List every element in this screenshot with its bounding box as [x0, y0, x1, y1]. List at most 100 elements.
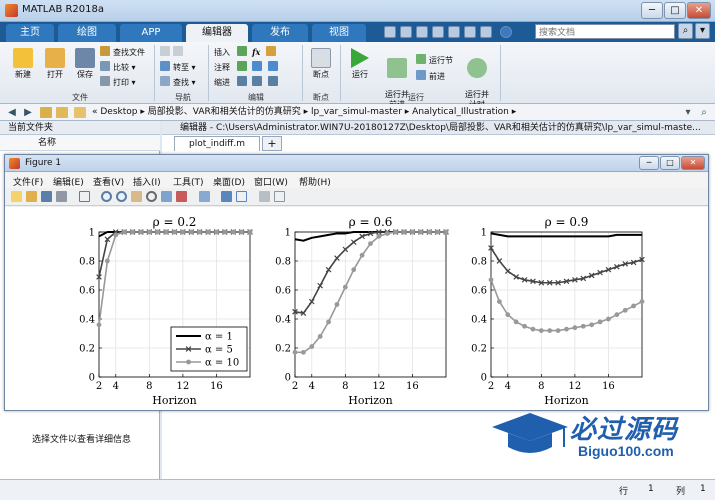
y-tick-label: 1 [89, 228, 95, 239]
x-tick-label: 12 [177, 381, 190, 392]
tab-view[interactable]: 视图 [312, 24, 366, 42]
comment-button[interactable]: 注释 [214, 61, 281, 74]
series-point [300, 349, 306, 355]
save-button[interactable]: 保存 [70, 48, 100, 80]
close-button[interactable]: ✕ [687, 2, 711, 19]
menu-file[interactable]: 文件(F) [13, 175, 43, 188]
print-button[interactable]: 打印 ▾ [100, 76, 136, 89]
open-file-icon[interactable] [26, 191, 37, 202]
series-point [292, 349, 298, 355]
back-arrow-icon[interactable]: ◀ [6, 107, 18, 118]
series-point [496, 299, 502, 304]
new-button[interactable]: 新建 [8, 48, 38, 80]
help-icon[interactable] [500, 26, 512, 38]
breakpoints-button[interactable]: 断点 [306, 48, 336, 80]
new-figure-icon[interactable] [11, 191, 22, 202]
quick-save-icon[interactable] [384, 26, 396, 38]
series-point [488, 277, 494, 283]
y-tick-label: 0.2 [471, 344, 487, 355]
insert-legend-icon[interactable] [236, 191, 247, 202]
series-point [326, 319, 331, 325]
hide-plot-tools-icon[interactable] [259, 191, 270, 202]
menu-desktop[interactable]: 桌面(D) [213, 175, 245, 188]
edit-plot-icon[interactable] [79, 191, 90, 202]
notification-icon[interactable]: ▾ [695, 23, 710, 39]
show-plot-tools-icon[interactable] [274, 191, 285, 202]
print-figure-icon[interactable] [56, 191, 67, 202]
up-folder-icon[interactable] [40, 107, 52, 118]
legend-marker [186, 359, 191, 365]
goto-button[interactable]: 转至 ▾ [160, 61, 196, 74]
tab-publish[interactable]: 发布 [252, 24, 308, 42]
insert-colorbar-icon[interactable] [221, 191, 232, 202]
advance-button[interactable]: 前进 [416, 70, 445, 83]
x-tick-label: 16 [210, 381, 223, 392]
open-button[interactable]: 打开 [40, 48, 70, 80]
new-tab-button[interactable]: + [262, 136, 282, 151]
back-forward-button[interactable] [160, 46, 186, 59]
zoom-in-icon[interactable] [101, 191, 112, 202]
run-time-button[interactable]: 运行并 计时 [460, 48, 494, 110]
insert-dropdown-icon[interactable] [265, 46, 276, 56]
compare-button[interactable]: 比较 ▾ [100, 61, 136, 74]
save-figure-icon[interactable] [41, 191, 52, 202]
insert-button[interactable]: 插入 fx [214, 46, 279, 59]
rotate-3d-icon[interactable] [146, 191, 157, 202]
figure-maximize-button[interactable]: □ [660, 156, 680, 170]
run-section-button[interactable]: 运行节 [416, 54, 453, 67]
switch-windows-icon[interactable] [480, 26, 492, 38]
menu-window[interactable]: 窗口(W) [254, 175, 288, 188]
quick-cut-icon[interactable] [400, 26, 412, 38]
menu-tools[interactable]: 工具(T) [173, 175, 204, 188]
forward-arrow-icon[interactable]: ▶ [22, 107, 34, 118]
link-plot-icon[interactable] [199, 191, 210, 202]
find-files-button[interactable]: 查找文件 [100, 46, 145, 59]
brush-icon[interactable] [176, 191, 187, 202]
pan-icon[interactable] [131, 191, 142, 202]
minimize-button[interactable]: ─ [641, 2, 663, 19]
path-search-icon[interactable]: ⌕ [698, 107, 710, 118]
menu-insert[interactable]: 插入(I) [133, 175, 161, 188]
figure-window: Figure 1 ─ □ ✕ 文件(F) 编辑(E) 查看(V) 插入(I) 工… [4, 154, 709, 411]
maximize-button[interactable]: □ [664, 2, 686, 19]
save-label: 保存 [77, 70, 93, 79]
data-cursor-icon[interactable] [161, 191, 172, 202]
menu-help[interactable]: 帮助(H) [299, 175, 331, 188]
series-point [564, 326, 569, 332]
run-button[interactable]: 运行 [346, 48, 374, 80]
name-column-header[interactable]: 名称 [0, 135, 160, 151]
breadcrumb-item[interactable]: 局部投影、VAR和相关估计的仿真研究 [148, 107, 301, 117]
browse-folder-icon[interactable] [56, 107, 68, 118]
zoom-out-icon[interactable] [116, 191, 127, 202]
tab-apps[interactable]: APP [120, 24, 182, 42]
figure-close-button[interactable]: ✕ [681, 156, 705, 170]
menu-edit[interactable]: 编辑(E) [53, 175, 84, 188]
find-button[interactable]: 查找 ▾ [160, 76, 196, 89]
quick-copy-icon[interactable] [416, 26, 428, 38]
figure-minimize-button[interactable]: ─ [639, 156, 659, 170]
tab-plots[interactable]: 绘图 [58, 24, 116, 42]
run-section-label: 运行节 [429, 56, 453, 65]
breadcrumb-item[interactable]: Analytical_Illustration [412, 107, 509, 117]
redo-icon[interactable] [464, 26, 476, 38]
new-label: 新建 [15, 70, 31, 79]
search-input[interactable] [535, 24, 675, 39]
menu-view[interactable]: 查看(V) [93, 175, 124, 188]
search-icon[interactable]: ⌕ [678, 23, 693, 39]
tab-editor[interactable]: 编辑器 [186, 24, 248, 42]
ribbon-separator [208, 45, 209, 101]
ribbon-separator [500, 45, 501, 101]
tab-home[interactable]: 主页 [6, 24, 54, 42]
indent-button[interactable]: 缩进 [214, 76, 281, 89]
series-point [197, 229, 203, 235]
breadcrumb-item[interactable]: lp_var_simul-master [311, 107, 402, 117]
subplot-rho-0-2: ρ = 0.2 Horizon 2 4 8 12 16 0 0.2 0.4 0.6 0.8 1 α =… [79, 215, 253, 407]
fx-icon[interactable]: fx [252, 47, 260, 57]
quick-paste-icon[interactable] [432, 26, 444, 38]
path-dropdown-icon[interactable]: ▾ [682, 107, 694, 118]
editor-tab-plot-indiff[interactable]: plot_indiff.m [174, 136, 260, 151]
series-point [384, 231, 390, 236]
undo-icon[interactable] [448, 26, 460, 38]
breadcrumb-item[interactable]: Desktop [100, 107, 137, 117]
series-point [580, 323, 586, 329]
